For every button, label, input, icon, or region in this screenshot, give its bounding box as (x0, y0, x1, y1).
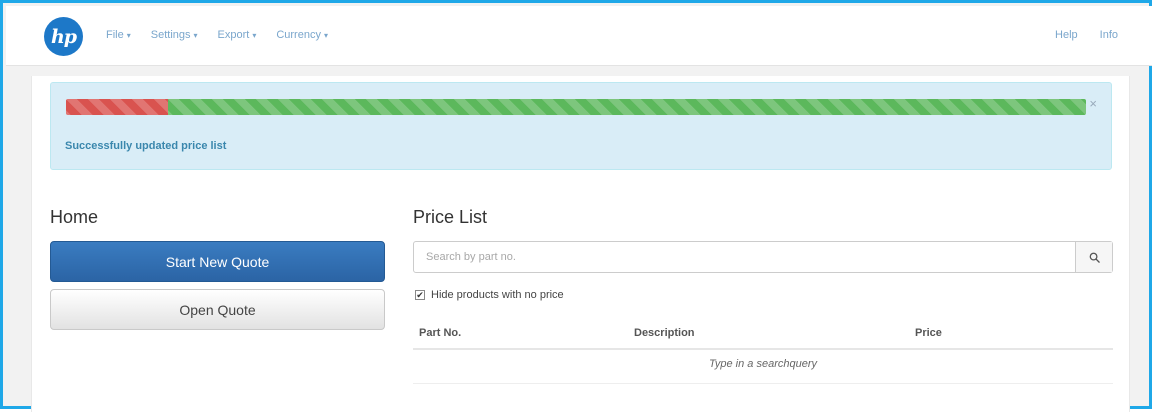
start-new-quote-button[interactable]: Start New Quote (50, 241, 385, 282)
hp-logo[interactable]: hp (44, 17, 83, 56)
column-description[interactable]: Description (634, 327, 695, 339)
table-row: Type in a searchquery (413, 350, 1113, 384)
close-icon[interactable]: × (1089, 97, 1097, 110)
home-heading: Home (50, 207, 99, 227)
help-link[interactable]: Help (1055, 29, 1078, 41)
search-icon (1089, 252, 1100, 263)
menu-export-label: Export (217, 29, 250, 41)
column-price[interactable]: Price (915, 327, 942, 339)
menu-settings-label: Settings (150, 29, 191, 41)
nav-right: Help Info (1033, 29, 1118, 41)
app-frame: hp File ▾ Settings ▾ Export ▾ Currency ▾ Hel… (0, 0, 1152, 412)
main-menu: File ▾ Settings ▾ Export ▾ Currency ▾ (106, 29, 348, 41)
content-panel: × Successfully updated price list Home S… (31, 76, 1130, 412)
chevron-down-icon: ▾ (252, 31, 257, 40)
menu-currency[interactable]: Currency ▾ (276, 29, 328, 41)
search-group (413, 241, 1113, 273)
menu-file-label: File (106, 29, 124, 41)
menu-settings[interactable]: Settings ▾ (151, 29, 198, 41)
open-quote-button[interactable]: Open Quote (50, 289, 385, 330)
progress-failed-segment (66, 99, 168, 115)
part-search-input[interactable] (414, 242, 1075, 272)
info-link[interactable]: Info (1100, 29, 1118, 41)
progress-success-segment (168, 99, 1086, 115)
status-alert: × Successfully updated price list (50, 82, 1112, 170)
empty-table-message: Type in a searchquery (708, 358, 818, 370)
hide-no-price-option: ✔ Hide products with no price (415, 289, 564, 301)
column-part-no[interactable]: Part No. (419, 327, 461, 339)
table-header: Part No. Description Price (413, 320, 1113, 350)
chevron-down-icon: ▾ (126, 31, 131, 40)
top-navbar: hp File ▾ Settings ▾ Export ▾ Currency ▾ Hel… (6, 6, 1152, 66)
alert-message: Successfully updated price list (65, 140, 227, 152)
chevron-down-icon: ▾ (323, 31, 328, 40)
menu-currency-label: Currency (276, 29, 321, 41)
hide-no-price-checkbox[interactable]: ✔ (415, 290, 425, 300)
menu-file[interactable]: File ▾ (106, 29, 131, 41)
menu-export[interactable]: Export ▾ (218, 29, 257, 41)
price-list-heading: Price List (413, 207, 488, 227)
update-progress-bar (66, 99, 1086, 115)
search-button[interactable] (1075, 242, 1112, 272)
price-list-table: Part No. Description Price Type in a sea… (413, 320, 1113, 384)
hide-no-price-label: Hide products with no price (431, 289, 564, 301)
chevron-down-icon: ▾ (193, 31, 198, 40)
